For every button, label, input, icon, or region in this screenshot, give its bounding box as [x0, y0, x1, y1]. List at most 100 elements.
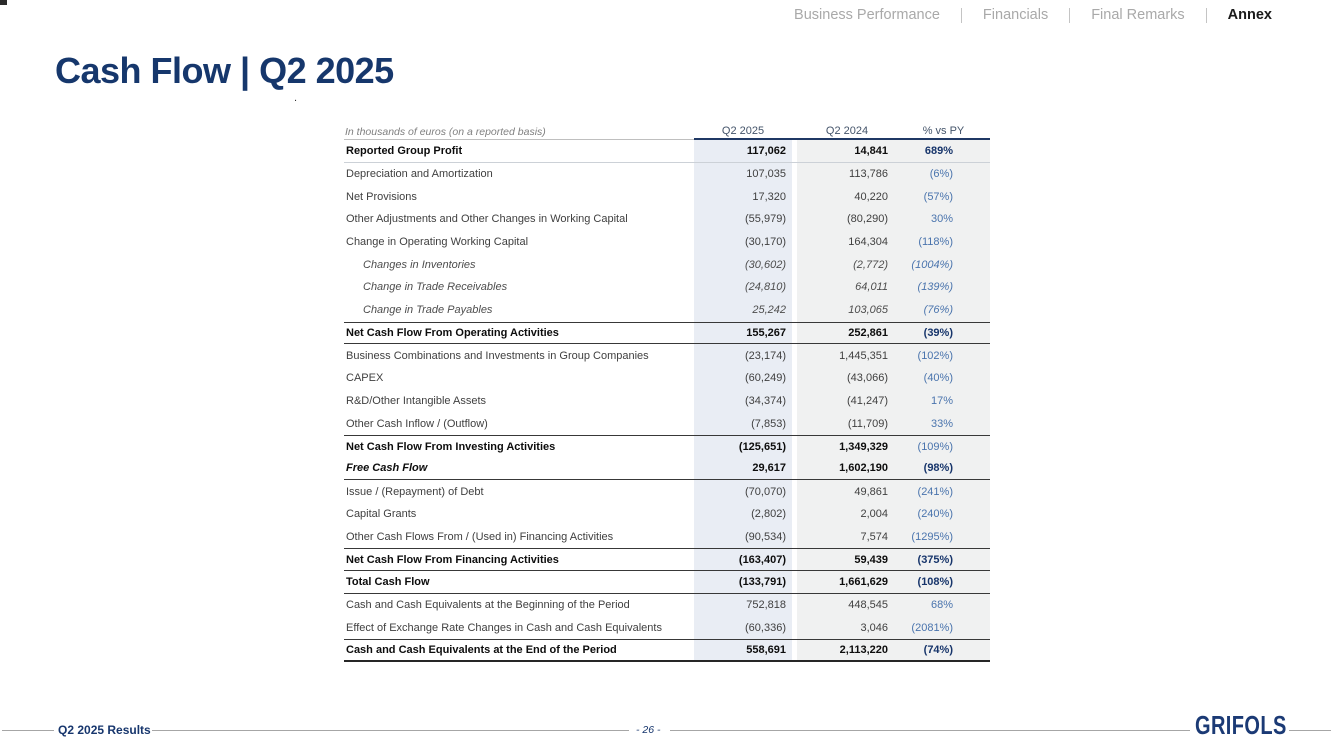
screen-corner-artifact — [0, 0, 7, 5]
value-pct-vs-py: (2081%) — [897, 616, 990, 639]
value-q2-2025: 155,267 — [694, 323, 792, 344]
value-pct-vs-py: 689% — [897, 140, 990, 162]
table-row: Net Cash Flow From Operating Activities1… — [344, 322, 990, 345]
value-q2-2025: (55,979) — [694, 208, 792, 231]
value-q2-2024: 1,602,190 — [797, 458, 897, 480]
value-q2-2025: (23,174) — [694, 344, 792, 367]
row-label: Net Cash Flow From Operating Activities — [344, 323, 694, 344]
value-q2-2025: (7,853) — [694, 412, 792, 435]
row-label: CAPEX — [344, 367, 694, 390]
value-q2-2024: (41,247) — [797, 390, 897, 413]
value-q2-2024: 3,046 — [797, 616, 897, 639]
nav-item-financials[interactable]: Financials — [962, 7, 1069, 23]
table-row: Change in Trade Payables25,242103,065(76… — [344, 299, 990, 322]
value-pct-vs-py: (76%) — [897, 299, 990, 322]
value-q2-2025: (30,170) — [694, 231, 792, 254]
value-q2-2024: (11,709) — [797, 412, 897, 435]
row-label: Reported Group Profit — [344, 140, 694, 162]
value-q2-2024: 448,545 — [797, 594, 897, 617]
table-row: Changes in Inventories(30,602)(2,772)(10… — [344, 253, 990, 276]
row-label: Changes in Inventories — [344, 253, 694, 276]
table-row: Net Provisions17,32040,220(57%) — [344, 185, 990, 208]
value-q2-2025: (30,602) — [694, 253, 792, 276]
row-label: Total Cash Flow — [344, 571, 694, 593]
value-q2-2025: 29,617 — [694, 458, 792, 480]
value-pct-vs-py: (102%) — [897, 344, 990, 367]
row-label: Net Provisions — [344, 185, 694, 208]
table-row: Depreciation and Amortization107,035113,… — [344, 163, 990, 186]
value-pct-vs-py: (108%) — [897, 571, 990, 593]
value-q2-2025: (34,374) — [694, 390, 792, 413]
footer-deck-title: Q2 2025 Results — [58, 723, 151, 737]
row-label: Other Adjustments and Other Changes in W… — [344, 208, 694, 231]
value-pct-vs-py: (139%) — [897, 276, 990, 299]
stray-dot: . — [294, 92, 297, 104]
value-q2-2024: 1,349,329 — [797, 436, 897, 458]
value-q2-2025: 752,818 — [694, 594, 792, 617]
table-row: CAPEX(60,249)(43,066)(40%) — [344, 367, 990, 390]
row-label: Cash and Cash Equivalents at the End of … — [344, 640, 694, 660]
value-q2-2024: 113,786 — [797, 163, 897, 186]
footer-line-segment — [152, 730, 629, 731]
cashflow-table: In thousands of euros (on a reported bas… — [344, 124, 990, 662]
value-q2-2025: 107,035 — [694, 163, 792, 186]
footer-line-segment — [1289, 730, 1331, 731]
section-nav: Business PerformanceFinancialsFinal Rema… — [794, 7, 1278, 23]
value-q2-2025: (24,810) — [694, 276, 792, 299]
row-label: R&D/Other Intangible Assets — [344, 390, 694, 413]
value-q2-2025: (90,534) — [694, 526, 792, 549]
value-pct-vs-py: (109%) — [897, 436, 990, 458]
value-q2-2024: 40,220 — [797, 185, 897, 208]
table-row: Effect of Exchange Rate Changes in Cash … — [344, 616, 990, 639]
value-pct-vs-py: (240%) — [897, 503, 990, 526]
table-row: Cash and Cash Equivalents at the Beginni… — [344, 594, 990, 617]
row-label: Capital Grants — [344, 503, 694, 526]
value-q2-2024: 59,439 — [797, 549, 897, 570]
nav-item-annex[interactable]: Annex — [1207, 7, 1278, 23]
value-q2-2025: (60,249) — [694, 367, 792, 390]
page-title: Cash Flow | Q2 2025 — [55, 50, 394, 92]
value-q2-2024: 49,861 — [797, 480, 897, 503]
row-label: Business Combinations and Investments in… — [344, 344, 694, 367]
table-row: R&D/Other Intangible Assets(34,374)(41,2… — [344, 390, 990, 413]
table-column-headers: Q2 2025 Q2 2024 % vs PY — [694, 124, 990, 140]
table-row: Other Cash Flows From / (Used in) Financ… — [344, 526, 990, 549]
nav-item-final-remarks[interactable]: Final Remarks — [1070, 7, 1205, 23]
row-label: Issue / (Repayment) of Debt — [344, 480, 694, 503]
nav-item-business-performance[interactable]: Business Performance — [794, 7, 961, 23]
value-q2-2024: 252,861 — [797, 323, 897, 344]
value-q2-2025: 117,062 — [694, 140, 792, 162]
value-q2-2025: (163,407) — [694, 549, 792, 570]
row-label: Net Cash Flow From Investing Activities — [344, 436, 694, 458]
value-pct-vs-py: 30% — [897, 208, 990, 231]
table-row: Capital Grants(2,802)2,004(240%) — [344, 503, 990, 526]
column-header-pct-vs-py: % vs PY — [897, 125, 990, 137]
row-label: Other Cash Inflow / (Outflow) — [344, 412, 694, 435]
row-label: Free Cash Flow — [344, 458, 694, 480]
value-pct-vs-py: (74%) — [897, 640, 990, 660]
value-q2-2024: 103,065 — [797, 299, 897, 322]
cashflow-table-body: Reported Group Profit117,06214,841689%De… — [344, 140, 990, 662]
row-label: Change in Trade Payables — [344, 299, 694, 322]
table-row: Reported Group Profit117,06214,841689% — [344, 140, 990, 163]
value-q2-2024: 2,113,220 — [797, 640, 897, 660]
footer-line-segment — [670, 730, 1190, 731]
value-q2-2025: 17,320 — [694, 185, 792, 208]
value-q2-2025: (125,651) — [694, 436, 792, 458]
row-label: Effect of Exchange Rate Changes in Cash … — [344, 616, 694, 639]
slide-cash-flow: Business PerformanceFinancialsFinal Rema… — [0, 0, 1333, 749]
table-row: Total Cash Flow(133,791)1,661,629(108%) — [344, 571, 990, 594]
table-row: Issue / (Repayment) of Debt(70,070)49,86… — [344, 480, 990, 503]
value-pct-vs-py: (57%) — [897, 185, 990, 208]
value-q2-2024: (2,772) — [797, 253, 897, 276]
value-pct-vs-py: (1295%) — [897, 526, 990, 549]
value-q2-2025: (2,802) — [694, 503, 792, 526]
value-pct-vs-py: (98%) — [897, 458, 990, 480]
table-row: Business Combinations and Investments in… — [344, 344, 990, 367]
row-label: Change in Operating Working Capital — [344, 231, 694, 254]
value-q2-2024: 14,841 — [797, 140, 897, 162]
value-q2-2024: 1,661,629 — [797, 571, 897, 593]
table-row: Change in Operating Working Capital(30,1… — [344, 231, 990, 254]
value-q2-2024: 7,574 — [797, 526, 897, 549]
table-row: Other Adjustments and Other Changes in W… — [344, 208, 990, 231]
